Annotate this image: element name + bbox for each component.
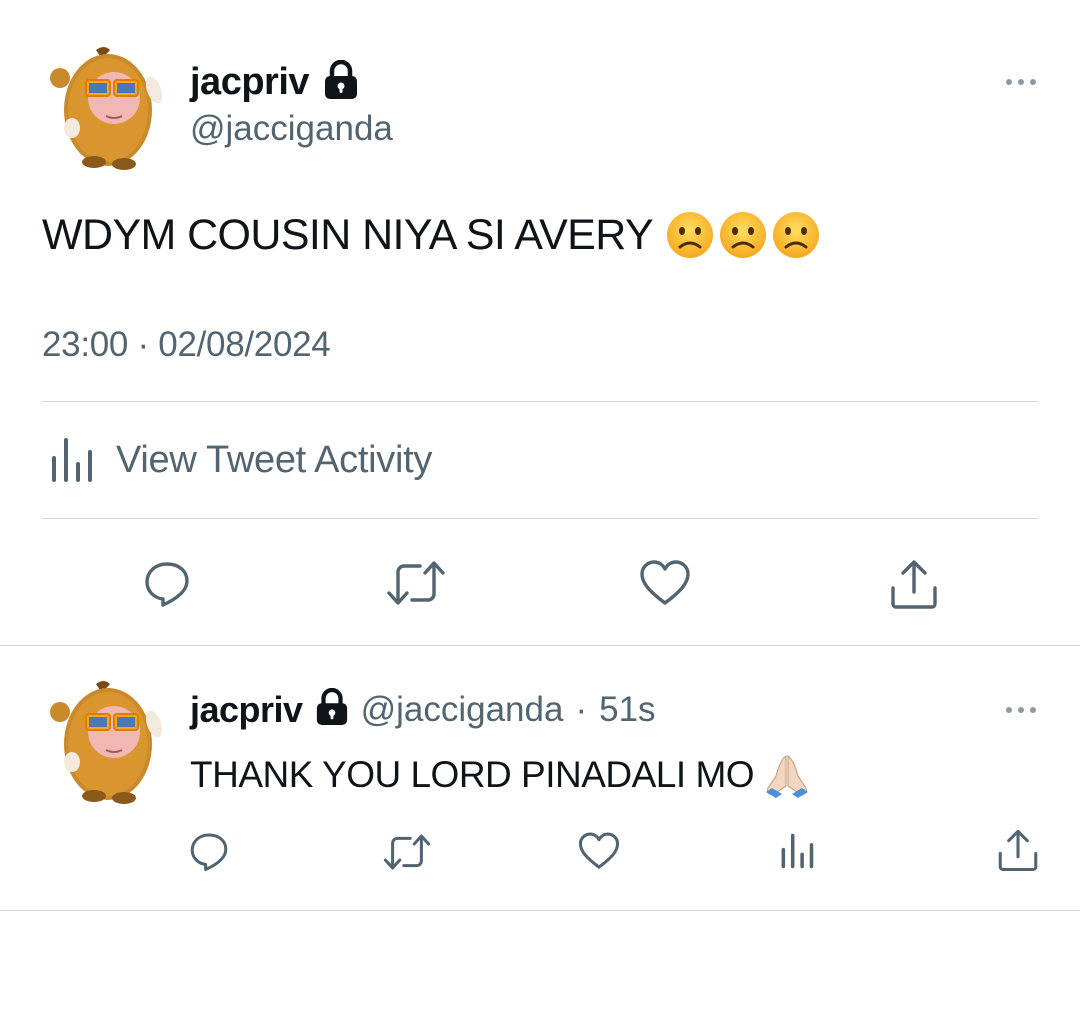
share-button[interactable]: [886, 556, 942, 612]
reply-icon: [145, 562, 189, 607]
reply-more-options-button[interactable]: [1004, 700, 1038, 725]
heart-icon: [578, 832, 620, 869]
reply-analytics-button[interactable]: [778, 830, 818, 872]
reply-header: jacpriv @jacciganda · 51s: [190, 687, 656, 731]
more-dots-icon: [1006, 79, 1036, 85]
share-icon: [891, 560, 937, 609]
reply-time-ago[interactable]: 51s: [599, 690, 655, 730]
reply-meta-separator: ·: [575, 689, 588, 729]
tweet-text: WDYM COUSIN NIYA SI AVERY: [42, 210, 654, 259]
reply-avatar[interactable]: [48, 676, 168, 806]
reply-like-button[interactable]: [576, 828, 622, 874]
frowning-face-emoji-icon: [773, 212, 820, 258]
reply-handle[interactable]: @jacciganda: [361, 690, 564, 730]
retweet-icon: [383, 834, 431, 870]
avatar-image: [50, 681, 163, 804]
frowning-face-emoji-icon: [720, 212, 767, 258]
divider: [42, 518, 1038, 519]
reply-text: THANK YOU LORD PINADALI MO: [190, 754, 755, 795]
share-icon: [998, 829, 1038, 871]
analytics-icon: [781, 833, 814, 869]
lock-icon: [315, 687, 349, 731]
like-button[interactable]: [638, 556, 692, 610]
author-handle[interactable]: @jacciganda: [190, 109, 393, 149]
divider: [42, 401, 1038, 402]
avatar-image: [50, 47, 163, 170]
reply-retweet-button[interactable]: [382, 830, 432, 874]
reply-share-button[interactable]: [994, 826, 1042, 874]
reply-body: THANK YOU LORD PINADALI MO: [190, 750, 812, 800]
frowning-face-emoji-icon: [667, 212, 714, 258]
view-tweet-activity-label: View Tweet Activity: [116, 438, 433, 481]
analytics-icon: [52, 438, 92, 482]
section-divider: [0, 910, 1080, 911]
reply-button[interactable]: [140, 556, 194, 610]
tweet-body: WDYM COUSIN NIYA SI AVERY: [42, 210, 821, 260]
retweet-icon: [387, 561, 445, 605]
retweet-button[interactable]: [386, 556, 446, 610]
reply-reply-button[interactable]: [186, 828, 232, 874]
lock-icon: [323, 59, 359, 105]
avatar[interactable]: [48, 42, 168, 172]
reply-display-name[interactable]: jacpriv: [190, 689, 303, 731]
folded-hands-emoji-icon: [766, 755, 809, 798]
more-dots-icon: [1006, 707, 1036, 713]
heart-icon: [640, 560, 690, 605]
reply-icon: [190, 833, 228, 871]
view-tweet-activity-link[interactable]: View Tweet Activity: [50, 436, 432, 484]
more-options-button[interactable]: [1004, 72, 1038, 97]
author-name-row: jacpriv: [190, 59, 359, 105]
section-divider: [0, 645, 1080, 646]
author-display-name[interactable]: jacpriv: [190, 61, 310, 104]
tweet-timestamp[interactable]: 23:00 · 02/08/2024: [42, 325, 331, 365]
tweet-emojis: [665, 210, 821, 260]
